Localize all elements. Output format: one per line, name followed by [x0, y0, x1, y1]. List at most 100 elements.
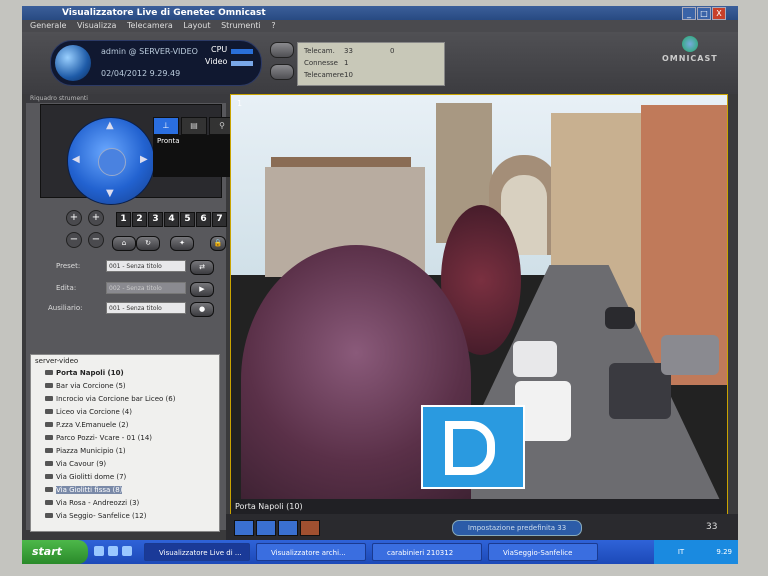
camera-icon [45, 474, 53, 479]
tree-item-label: Via Giolitti dome (7) [56, 473, 127, 481]
tree-item-label: Via Giolitti fissa (8) [56, 486, 123, 494]
start-button[interactable]: start [22, 540, 88, 564]
tree-item[interactable]: Incrocio via Corcione bar Liceo (6) [45, 395, 175, 403]
pattern-button[interactable]: ↻ [136, 236, 160, 251]
preset-number-button[interactable]: 2 [132, 212, 147, 227]
parking-p-icon [445, 421, 495, 475]
tree-item-label: Parco Pozzi- Vcare - 01 (14) [56, 434, 153, 442]
outlook-icon[interactable] [108, 546, 118, 556]
menu-strumenti[interactable]: Strumenti [221, 21, 261, 30]
saved-layout-button[interactable]: Impostazione predefinita 33 [452, 520, 582, 536]
arrow-right-icon[interactable]: ▶ [140, 154, 148, 165]
menu-layout[interactable]: Layout [183, 21, 210, 30]
tree-item[interactable]: Via Rosa - Andreozzi (3) [45, 499, 139, 507]
window-title: Visualizzatore Live di Genetec Omnicast [62, 8, 266, 18]
preset-select[interactable]: 001 - Senza titolo [106, 260, 186, 272]
aux-button[interactable]: ✦ [170, 236, 194, 251]
tree-item-label: Via Seggio- Sanfelice (12) [56, 512, 147, 520]
close-button[interactable]: X [712, 7, 726, 20]
desktop-screen: Visualizzatore Live di Genetec Omnicast … [22, 6, 738, 564]
zoom-in-button[interactable]: + [66, 210, 82, 226]
tree-item[interactable]: Porta Napoli (10) [45, 369, 124, 377]
tree-item[interactable]: Via Giolitti dome (7) [45, 473, 126, 481]
tree-item-label: Via Cavour (9) [56, 460, 107, 468]
edit-label: Edita: [56, 284, 77, 292]
user-status-box: admin @ SERVER-VIDEO 02/04/2012 9.29.49 … [50, 40, 262, 86]
minimize-button[interactable]: _ [682, 7, 696, 20]
cpu-meter [231, 49, 253, 54]
edit-select[interactable]: 002 - Senza titolo [106, 282, 186, 294]
camera-icon [45, 396, 53, 401]
preset-number-button[interactable]: 4 [164, 212, 179, 227]
arrow-left-icon[interactable]: ◀ [72, 154, 80, 165]
aux-label: Ausiliario: [48, 304, 83, 312]
tree-item[interactable]: Piazza Municipio (1) [45, 447, 126, 455]
menu-help[interactable]: ? [271, 21, 275, 30]
preset-number-button[interactable]: 1 [116, 212, 131, 227]
camera-icon [45, 422, 53, 427]
tree-item[interactable]: Parco Pozzi- Vcare - 01 (14) [45, 434, 152, 442]
alarm-button[interactable] [270, 42, 294, 58]
preset-number-button[interactable]: 7 [212, 212, 227, 227]
ptz-tabs: ⊥ ▤ ⚲ [153, 117, 235, 135]
video-scene-car [605, 307, 635, 329]
preset-number-button[interactable]: 5 [180, 212, 195, 227]
video-label: Video [205, 57, 228, 66]
ptz-status-display: Pronta [153, 135, 233, 177]
taskbar-item[interactable]: carabinieri 210312 [372, 543, 482, 561]
video-tile[interactable]: 1 Porta Napoli (10) [230, 94, 728, 516]
ptz-center-button[interactable] [98, 148, 126, 176]
preset-number-button[interactable]: 3 [148, 212, 163, 227]
ie-icon[interactable] [94, 546, 104, 556]
tree-item[interactable]: Via Giolitti fissa (8) [45, 486, 123, 494]
edit-icon[interactable] [300, 520, 320, 536]
layout-1-icon[interactable] [234, 520, 254, 536]
menu-visualizza[interactable]: Visualizza [77, 21, 116, 30]
focus-out-button[interactable]: − [88, 232, 104, 248]
menu-generale[interactable]: Generale [30, 21, 66, 30]
video-caption: Porta Napoli (10) [231, 499, 727, 515]
edit-run-button[interactable]: ▶ [190, 282, 214, 297]
home-button[interactable]: ⌂ [112, 236, 136, 251]
arrow-down-icon[interactable]: ▼ [106, 188, 114, 199]
preset-number-button[interactable]: 6 [196, 212, 211, 227]
tab-folder[interactable]: ▤ [181, 117, 207, 135]
stats-value: 10 [344, 71, 353, 79]
preset-go-button[interactable]: ⇄ [190, 260, 214, 275]
camera-icon [45, 409, 53, 414]
bottom-toolbar: Impostazione predefinita 33 33 [226, 514, 738, 540]
top-toolbar: admin @ SERVER-VIDEO 02/04/2012 9.29.49 … [22, 32, 738, 94]
video-tile-number: 1 [237, 99, 243, 108]
layout-2-icon[interactable] [278, 520, 298, 536]
lock-button[interactable]: 🔒 [210, 236, 226, 251]
globe-icon [55, 45, 91, 81]
aux-select[interactable]: 001 - Senza titolo [106, 302, 186, 314]
language-indicator[interactable]: IT [678, 548, 684, 556]
tree-item[interactable]: Bar via Corcione (5) [45, 382, 126, 390]
taskbar-item[interactable]: ViaSeggio-Sanfelice [488, 543, 598, 561]
taskbar-item[interactable]: Visualizzatore Live di ... [144, 543, 250, 561]
taskbar-item[interactable]: Visualizzatore archi... [256, 543, 366, 561]
arrow-up-icon[interactable]: ▲ [106, 120, 114, 131]
maximize-button[interactable]: □ [697, 7, 711, 20]
tree-item-label: Bar via Corcione (5) [56, 382, 126, 390]
options-button[interactable] [270, 64, 294, 80]
tree-item[interactable]: Liceo via Corcione (4) [45, 408, 132, 416]
tab-ptz[interactable]: ⊥ [153, 117, 179, 135]
preset-label: Preset: [56, 262, 81, 270]
media-icon[interactable] [122, 546, 132, 556]
tree-item[interactable]: Via Seggio- Sanfelice (12) [45, 512, 146, 520]
windows-taskbar: start Visualizzatore Live di ... Visuali… [22, 540, 738, 564]
focus-in-button[interactable]: + [88, 210, 104, 226]
camera-icon [45, 461, 53, 466]
zoom-out-button[interactable]: − [66, 232, 82, 248]
tree-item[interactable]: P.zza V.Emanuele (2) [45, 421, 128, 429]
layout-grid-icon[interactable] [256, 520, 276, 536]
tree-item[interactable]: Via Cavour (9) [45, 460, 106, 468]
tools-panel-title: Riquadro strumenti [26, 94, 230, 103]
tree-root[interactable]: server-video [35, 357, 78, 365]
menu-telecamera[interactable]: Telecamera [127, 21, 173, 30]
stats-label: Telecamere [304, 71, 344, 79]
aux-toggle-button[interactable]: ● [190, 302, 214, 317]
ptz-joystick[interactable]: ▲ ▼ ◀ ▶ [67, 117, 155, 205]
